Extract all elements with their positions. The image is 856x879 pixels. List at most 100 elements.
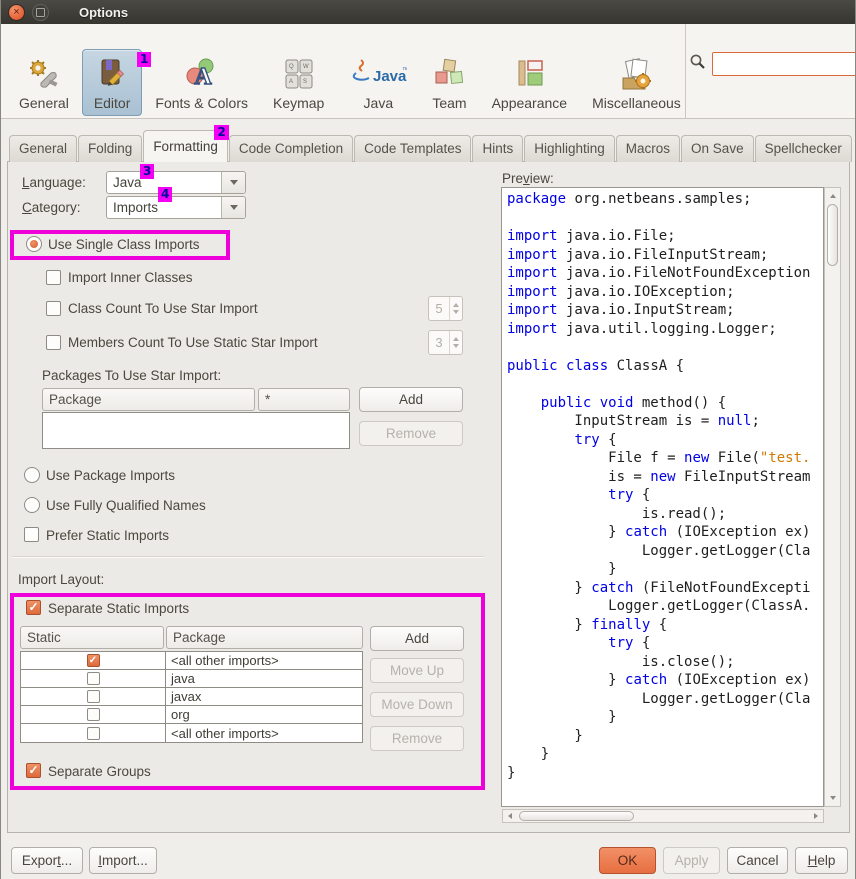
category-label: Fonts & Colors <box>155 95 248 111</box>
static-checkbox[interactable] <box>87 708 100 721</box>
separate-static-imports-checkbox[interactable] <box>26 600 41 615</box>
scroll-left-icon[interactable] <box>504 811 516 821</box>
svg-text:™: ™ <box>402 67 407 74</box>
import-layout-row[interactable]: org <box>21 706 362 724</box>
layout-package-column-header[interactable]: Package <box>166 626 363 649</box>
search-input[interactable] <box>712 52 856 76</box>
help-button[interactable]: Help <box>795 847 848 874</box>
import-layout-row[interactable]: <all other imports> <box>21 724 362 742</box>
star-import-remove-button: Remove <box>359 421 463 446</box>
category-value: Imports <box>107 200 221 215</box>
star-import-asterisk-column-header[interactable]: * <box>258 388 350 411</box>
titlebar: × Options <box>1 0 856 24</box>
star-import-package-column-header[interactable]: Package <box>42 388 255 411</box>
separate-groups-checkbox[interactable] <box>26 763 41 778</box>
code-line: Logger.getLogger(Cla <box>507 690 823 709</box>
category-java[interactable]: Java™Java <box>337 49 419 116</box>
import-layout-label: Import Layout: <box>18 572 104 587</box>
preview-label: Preview: <box>502 171 554 186</box>
svg-text:W: W <box>303 64 309 70</box>
use-fully-qualified-names-radio[interactable] <box>24 497 40 513</box>
vertical-scroll-thumb[interactable] <box>827 204 838 266</box>
code-line: import java.io.FileNotFoundException <box>507 264 823 283</box>
static-checkbox[interactable] <box>87 690 100 703</box>
import-layout-row[interactable]: javax <box>21 688 362 706</box>
category-miscellaneous[interactable]: Miscellaneous <box>580 49 693 116</box>
chevron-down-icon[interactable] <box>221 197 245 218</box>
static-checkbox[interactable] <box>87 654 100 667</box>
scroll-up-icon[interactable] <box>825 188 840 203</box>
import-layout-table[interactable]: <all other imports>javajavaxorg<all othe… <box>20 651 363 743</box>
static-checkbox[interactable] <box>87 727 100 740</box>
import-layout-row[interactable]: java <box>21 670 362 688</box>
static-cell <box>21 652 166 669</box>
export-button[interactable]: Export... <box>11 847 83 874</box>
svg-text:A: A <box>289 79 293 85</box>
prefer-static-imports-checkbox[interactable] <box>24 527 39 542</box>
tab-on-save[interactable]: On Save <box>681 135 754 162</box>
package-cell[interactable]: <all other imports> <box>166 652 362 669</box>
use-single-class-imports-radio[interactable] <box>26 236 42 252</box>
tab-code-completion[interactable]: Code Completion <box>229 135 353 162</box>
tab-spellchecker[interactable]: Spellchecker <box>755 135 852 162</box>
class-count-checkbox[interactable] <box>46 301 61 316</box>
separate-static-imports-label: Separate Static Imports <box>48 601 189 616</box>
package-cell[interactable]: <all other imports> <box>166 724 362 742</box>
horizontal-scroll-thumb[interactable] <box>519 811 634 821</box>
tab-general[interactable]: General <box>9 135 77 162</box>
maximize-window-icon[interactable] <box>32 4 49 21</box>
category-general[interactable]: General <box>7 49 81 116</box>
use-package-imports-radio[interactable] <box>24 467 40 483</box>
package-cell[interactable]: java <box>166 670 362 687</box>
category-label: General <box>19 95 69 111</box>
language-combobox[interactable]: Java <box>106 171 246 194</box>
category-team[interactable]: Team <box>420 49 478 116</box>
code-line: } catch (IOException ex) <box>507 671 823 690</box>
cancel-button[interactable]: Cancel <box>727 847 788 874</box>
category-editor[interactable]: Editor1 <box>82 49 143 116</box>
svg-text:S: S <box>303 79 307 85</box>
scroll-down-icon[interactable] <box>825 790 840 805</box>
category-fonts-colors[interactable]: A Fonts & Colors <box>143 49 260 116</box>
preview-code-area[interactable]: package org.netbeans.samples; import jav… <box>501 187 824 807</box>
scroll-right-icon[interactable] <box>810 811 822 821</box>
code-line <box>507 338 823 357</box>
import-inner-classes-checkbox[interactable] <box>46 270 61 285</box>
import-button[interactable]: Import... <box>89 847 157 874</box>
preview-vertical-scrollbar[interactable] <box>824 187 841 807</box>
fonts-colors-icon: A <box>185 56 219 92</box>
close-window-icon[interactable]: × <box>8 4 25 21</box>
static-cell <box>21 670 166 687</box>
static-checkbox[interactable] <box>87 672 100 685</box>
star-import-add-button[interactable]: Add <box>359 387 463 412</box>
tab-macros[interactable]: Macros <box>616 135 680 162</box>
package-cell[interactable]: org <box>166 706 362 723</box>
spinner-arrows-icon <box>449 297 462 320</box>
code-line: is.close(); <box>507 653 823 672</box>
members-count-checkbox[interactable] <box>46 335 61 350</box>
star-import-table[interactable] <box>42 412 350 449</box>
tab-formatting[interactable]: Formatting2 <box>143 130 228 162</box>
tab-hints[interactable]: Hints <box>472 135 523 162</box>
separate-groups-label: Separate Groups <box>48 764 151 779</box>
use-single-class-imports-label: Use Single Class Imports <box>48 237 200 252</box>
static-cell <box>21 724 166 742</box>
annotation-badge-2: 2 <box>214 125 228 140</box>
package-cell[interactable]: javax <box>166 688 362 705</box>
category-label: Miscellaneous <box>592 95 681 111</box>
layout-add-button[interactable]: Add <box>370 626 464 651</box>
ok-button[interactable]: OK <box>599 847 656 874</box>
code-line: import java.io.FileInputStream; <box>507 246 823 265</box>
layout-static-column-header[interactable]: Static <box>20 626 164 649</box>
tab-folding[interactable]: Folding <box>78 135 142 162</box>
layout-move-down-button: Move Down <box>370 692 464 717</box>
window-title: Options <box>79 5 128 20</box>
tab-code-templates[interactable]: Code Templates <box>354 135 471 162</box>
tab-highlighting[interactable]: Highlighting <box>524 135 615 162</box>
category-keymap[interactable]: QWASKeymap <box>261 49 336 116</box>
chevron-down-icon[interactable] <box>221 172 245 193</box>
category-appearance[interactable]: Appearance <box>480 49 580 116</box>
preview-horizontal-scrollbar[interactable] <box>502 809 824 823</box>
category-combobox[interactable]: Imports <box>106 196 246 219</box>
import-layout-row[interactable]: <all other imports> <box>21 652 362 670</box>
